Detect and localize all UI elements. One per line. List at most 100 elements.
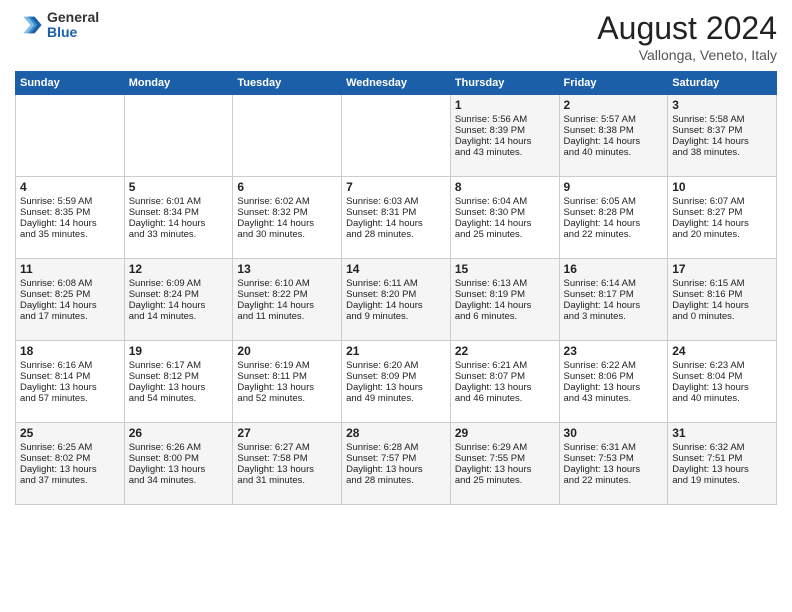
- cell-content-line: Sunrise: 6:13 AM: [455, 278, 555, 289]
- calendar-cell: 3Sunrise: 5:58 AMSunset: 8:37 PMDaylight…: [668, 95, 777, 177]
- cell-content-line: Daylight: 14 hours: [129, 300, 229, 311]
- cell-content-line: Sunset: 8:11 PM: [237, 371, 337, 382]
- cell-content-line: Sunrise: 6:26 AM: [129, 442, 229, 453]
- cell-content-line: Sunset: 8:17 PM: [564, 289, 664, 300]
- logo: General Blue: [15, 10, 99, 41]
- day-number: 29: [455, 426, 555, 440]
- cell-content-line: and 52 minutes.: [237, 393, 337, 404]
- cell-content-line: Sunrise: 6:28 AM: [346, 442, 446, 453]
- cell-content-line: and 19 minutes.: [672, 475, 772, 486]
- cell-content-line: Sunrise: 6:19 AM: [237, 360, 337, 371]
- calendar-cell: 5Sunrise: 6:01 AMSunset: 8:34 PMDaylight…: [124, 177, 233, 259]
- day-number: 24: [672, 344, 772, 358]
- day-number: 6: [237, 180, 337, 194]
- cell-content-line: Sunrise: 6:23 AM: [672, 360, 772, 371]
- calendar-cell: 19Sunrise: 6:17 AMSunset: 8:12 PMDayligh…: [124, 341, 233, 423]
- cell-content-line: Daylight: 13 hours: [564, 382, 664, 393]
- cell-content-line: Sunrise: 6:05 AM: [564, 196, 664, 207]
- day-number: 22: [455, 344, 555, 358]
- day-header-monday: Monday: [124, 72, 233, 95]
- cell-content-line: Daylight: 13 hours: [20, 464, 120, 475]
- day-number: 27: [237, 426, 337, 440]
- calendar-cell: 13Sunrise: 6:10 AMSunset: 8:22 PMDayligh…: [233, 259, 342, 341]
- logo-text: General Blue: [47, 10, 99, 41]
- cell-content-line: Sunset: 8:06 PM: [564, 371, 664, 382]
- cell-content-line: Sunset: 8:19 PM: [455, 289, 555, 300]
- cell-content-line: Daylight: 13 hours: [346, 382, 446, 393]
- calendar-cell: 23Sunrise: 6:22 AMSunset: 8:06 PMDayligh…: [559, 341, 668, 423]
- cell-content-line: Sunrise: 6:02 AM: [237, 196, 337, 207]
- cell-content-line: Daylight: 13 hours: [672, 382, 772, 393]
- cell-content-line: Sunset: 8:30 PM: [455, 207, 555, 218]
- calendar-cell: 15Sunrise: 6:13 AMSunset: 8:19 PMDayligh…: [450, 259, 559, 341]
- cell-content-line: Daylight: 13 hours: [455, 464, 555, 475]
- cell-content-line: Sunrise: 5:57 AM: [564, 114, 664, 125]
- calendar-cell: 2Sunrise: 5:57 AMSunset: 8:38 PMDaylight…: [559, 95, 668, 177]
- cell-content-line: Daylight: 14 hours: [346, 300, 446, 311]
- day-number: 19: [129, 344, 229, 358]
- cell-content-line: Sunset: 7:53 PM: [564, 453, 664, 464]
- cell-content-line: Sunset: 8:37 PM: [672, 125, 772, 136]
- week-row-1: 1Sunrise: 5:56 AMSunset: 8:39 PMDaylight…: [16, 95, 777, 177]
- cell-content-line: Sunrise: 6:08 AM: [20, 278, 120, 289]
- day-number: 21: [346, 344, 446, 358]
- cell-content-line: Sunset: 8:28 PM: [564, 207, 664, 218]
- day-number: 25: [20, 426, 120, 440]
- logo-icon: [15, 11, 43, 39]
- week-row-2: 4Sunrise: 5:59 AMSunset: 8:35 PMDaylight…: [16, 177, 777, 259]
- cell-content-line: Sunrise: 6:09 AM: [129, 278, 229, 289]
- day-header-saturday: Saturday: [668, 72, 777, 95]
- cell-content-line: Daylight: 13 hours: [455, 382, 555, 393]
- day-number: 11: [20, 262, 120, 276]
- week-row-3: 11Sunrise: 6:08 AMSunset: 8:25 PMDayligh…: [16, 259, 777, 341]
- title-area: August 2024 Vallonga, Veneto, Italy: [597, 10, 777, 63]
- cell-content-line: and 28 minutes.: [346, 229, 446, 240]
- cell-content-line: Sunset: 8:07 PM: [455, 371, 555, 382]
- cell-content-line: Sunset: 8:22 PM: [237, 289, 337, 300]
- cell-content-line: Sunrise: 6:22 AM: [564, 360, 664, 371]
- cell-content-line: and 14 minutes.: [129, 311, 229, 322]
- cell-content-line: Daylight: 13 hours: [346, 464, 446, 475]
- cell-content-line: Daylight: 14 hours: [564, 300, 664, 311]
- cell-content-line: and 0 minutes.: [672, 311, 772, 322]
- cell-content-line: Sunset: 8:38 PM: [564, 125, 664, 136]
- month-year-title: August 2024: [597, 10, 777, 47]
- day-number: 17: [672, 262, 772, 276]
- cell-content-line: and 17 minutes.: [20, 311, 120, 322]
- calendar-cell: [233, 95, 342, 177]
- day-number: 7: [346, 180, 446, 194]
- calendar-cell: 6Sunrise: 6:02 AMSunset: 8:32 PMDaylight…: [233, 177, 342, 259]
- cell-content-line: Sunrise: 6:31 AM: [564, 442, 664, 453]
- day-number: 14: [346, 262, 446, 276]
- day-number: 20: [237, 344, 337, 358]
- calendar-cell: 29Sunrise: 6:29 AMSunset: 7:55 PMDayligh…: [450, 423, 559, 505]
- day-number: 5: [129, 180, 229, 194]
- day-number: 31: [672, 426, 772, 440]
- calendar-cell: 14Sunrise: 6:11 AMSunset: 8:20 PMDayligh…: [342, 259, 451, 341]
- calendar-cell: [124, 95, 233, 177]
- calendar-cell: 8Sunrise: 6:04 AMSunset: 8:30 PMDaylight…: [450, 177, 559, 259]
- cell-content-line: Sunrise: 6:01 AM: [129, 196, 229, 207]
- cell-content-line: Daylight: 13 hours: [129, 464, 229, 475]
- cell-content-line: Sunset: 7:58 PM: [237, 453, 337, 464]
- cell-content-line: and 35 minutes.: [20, 229, 120, 240]
- cell-content-line: Daylight: 14 hours: [672, 218, 772, 229]
- calendar-cell: 10Sunrise: 6:07 AMSunset: 8:27 PMDayligh…: [668, 177, 777, 259]
- cell-content-line: Daylight: 13 hours: [20, 382, 120, 393]
- cell-content-line: and 46 minutes.: [455, 393, 555, 404]
- cell-content-line: and 57 minutes.: [20, 393, 120, 404]
- cell-content-line: Sunset: 8:31 PM: [346, 207, 446, 218]
- calendar-cell: 30Sunrise: 6:31 AMSunset: 7:53 PMDayligh…: [559, 423, 668, 505]
- logo-general-text: General: [47, 10, 99, 25]
- cell-content-line: Sunset: 8:09 PM: [346, 371, 446, 382]
- calendar-cell: 7Sunrise: 6:03 AMSunset: 8:31 PMDaylight…: [342, 177, 451, 259]
- cell-content-line: Sunset: 8:35 PM: [20, 207, 120, 218]
- cell-content-line: Sunrise: 6:14 AM: [564, 278, 664, 289]
- calendar-cell: 1Sunrise: 5:56 AMSunset: 8:39 PMDaylight…: [450, 95, 559, 177]
- cell-content-line: Sunrise: 5:56 AM: [455, 114, 555, 125]
- cell-content-line: Sunrise: 6:21 AM: [455, 360, 555, 371]
- day-number: 12: [129, 262, 229, 276]
- cell-content-line: Sunset: 8:27 PM: [672, 207, 772, 218]
- cell-content-line: and 43 minutes.: [455, 147, 555, 158]
- cell-content-line: Sunrise: 6:32 AM: [672, 442, 772, 453]
